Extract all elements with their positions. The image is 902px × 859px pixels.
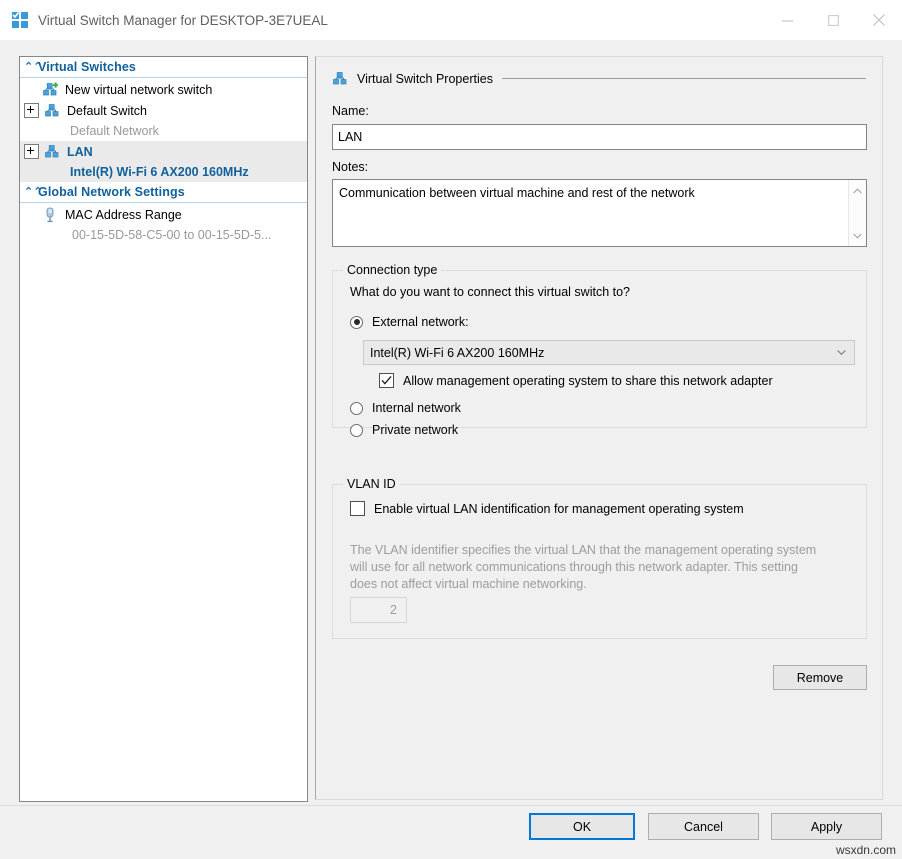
- footer-divider: [0, 805, 902, 806]
- window-controls: [764, 0, 902, 40]
- tree-section-virtual-switches[interactable]: ⌃⌃ Virtual Switches: [20, 57, 307, 78]
- remove-button[interactable]: Remove: [773, 665, 867, 690]
- expand-toggle-icon[interactable]: [24, 103, 39, 118]
- connection-type-group: Connection type What do you want to conn…: [332, 270, 867, 428]
- radio-indicator-icon[interactable]: [350, 424, 363, 437]
- virtual-switch-manager-icon: [11, 11, 29, 29]
- network-adapter-dropdown[interactable]: Intel(R) Wi-Fi 6 AX200 160MHz: [363, 340, 855, 365]
- tree-item-lan[interactable]: LAN: [20, 141, 307, 162]
- collapse-chevron-icon: ⌃⌃: [24, 187, 38, 198]
- ok-button[interactable]: OK: [529, 813, 635, 840]
- radio-label: Private network: [372, 423, 458, 437]
- radio-internal-network[interactable]: Internal network: [350, 401, 461, 415]
- radio-indicator-icon[interactable]: [350, 316, 363, 329]
- chevron-up-icon[interactable]: [849, 182, 866, 199]
- tree-item-label: LAN: [67, 145, 93, 159]
- checkbox-indicator-icon[interactable]: [379, 373, 394, 388]
- network-adapter-value: Intel(R) Wi-Fi 6 AX200 160MHz: [370, 346, 544, 360]
- vlan-id-title: VLAN ID: [343, 477, 400, 491]
- watermark: wsxdn.com: [836, 843, 896, 857]
- checkbox-label: Allow management operating system to sha…: [403, 374, 773, 388]
- virtual-switch-icon: [332, 71, 349, 86]
- chevron-down-icon[interactable]: [849, 227, 866, 244]
- tree-item-label: Default Switch: [67, 104, 147, 118]
- mac-address-icon: [42, 207, 59, 223]
- tree-item-new-virtual-network-switch[interactable]: New virtual network switch: [20, 79, 307, 100]
- properties-header-label: Virtual Switch Properties: [357, 72, 493, 86]
- virtual-switch-icon: [44, 103, 61, 118]
- properties-header: Virtual Switch Properties: [332, 71, 866, 86]
- tree-section-global-network-settings[interactable]: ⌃⌃ Global Network Settings: [20, 182, 307, 203]
- tree-item-mac-address-range[interactable]: MAC Address Range: [20, 204, 307, 225]
- checkbox-label: Enable virtual LAN identification for ma…: [374, 502, 744, 516]
- properties-pane: Virtual Switch Properties Name: Notes: C…: [315, 56, 883, 800]
- title-bar: Virtual Switch Manager for DESKTOP-3E7UE…: [0, 0, 902, 41]
- expand-toggle-icon[interactable]: [24, 144, 39, 159]
- notes-scrollbar[interactable]: [848, 180, 866, 246]
- vlan-description: The VLAN identifier specifies the virtua…: [350, 542, 820, 593]
- new-virtual-switch-icon: [42, 82, 59, 97]
- tree-section-label: Global Network Settings: [38, 185, 185, 199]
- connection-type-title: Connection type: [343, 263, 441, 277]
- dialog-body: ⌃⌃ Virtual Switches: [0, 40, 902, 859]
- apply-button[interactable]: Apply: [771, 813, 882, 840]
- window-title: Virtual Switch Manager for DESKTOP-3E7UE…: [38, 13, 328, 28]
- name-input[interactable]: [332, 124, 867, 150]
- allow-management-os-checkbox[interactable]: Allow management operating system to sha…: [379, 373, 773, 388]
- close-button[interactable]: [856, 0, 902, 40]
- navigation-tree[interactable]: ⌃⌃ Virtual Switches: [19, 56, 308, 802]
- cancel-button[interactable]: Cancel: [648, 813, 759, 840]
- notes-label: Notes:: [332, 160, 368, 174]
- vlan-id-input[interactable]: 2: [350, 597, 407, 623]
- tree-item-label: New virtual network switch: [65, 83, 212, 97]
- radio-label: Internal network: [372, 401, 461, 415]
- tree-item-default-switch[interactable]: Default Switch: [20, 100, 307, 121]
- radio-external-network[interactable]: External network:: [350, 315, 469, 329]
- tree-item-subtitle-lan: Intel(R) Wi-Fi 6 AX200 160MHz: [20, 162, 307, 182]
- connection-type-question: What do you want to connect this virtual…: [350, 285, 630, 299]
- vlan-id-group: VLAN ID Enable virtual LAN identificatio…: [332, 484, 867, 639]
- radio-label: External network:: [372, 315, 469, 329]
- radio-private-network[interactable]: Private network: [350, 423, 458, 437]
- maximize-button[interactable]: [810, 0, 856, 40]
- radio-indicator-icon[interactable]: [350, 402, 363, 415]
- name-label: Name:: [332, 104, 369, 118]
- tree-item-subtitle-mac-range: 00-15-5D-58-C5-00 to 00-15-5D-5...: [20, 225, 307, 245]
- tree-item-subtitle-default-switch: Default Network: [20, 121, 307, 141]
- header-divider: [502, 78, 866, 79]
- chevron-down-icon[interactable]: [837, 348, 846, 357]
- enable-vlan-checkbox[interactable]: Enable virtual LAN identification for ma…: [350, 501, 744, 516]
- collapse-chevron-icon: ⌃⌃: [24, 62, 38, 73]
- notes-textarea[interactable]: Communication between virtual machine an…: [332, 179, 867, 247]
- notes-value: Communication between virtual machine an…: [339, 185, 842, 201]
- minimize-button[interactable]: [764, 0, 810, 40]
- virtual-switch-icon: [44, 144, 61, 159]
- checkbox-indicator-icon[interactable]: [350, 501, 365, 516]
- tree-section-label: Virtual Switches: [38, 60, 136, 74]
- tree-item-label: MAC Address Range: [65, 208, 182, 222]
